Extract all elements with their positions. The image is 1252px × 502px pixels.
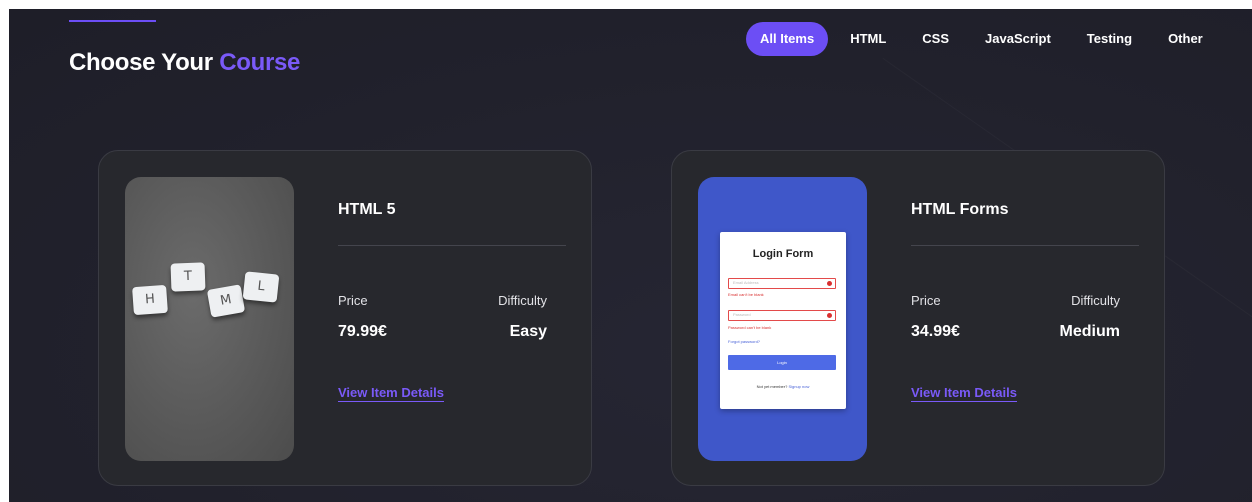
difficulty-label: Difficulty <box>1071 293 1120 308</box>
filter-css[interactable]: CSS <box>908 22 963 56</box>
filter-all-items[interactable]: All Items <box>746 22 829 56</box>
section-title: Choose Your Course <box>69 49 300 77</box>
mockup-forgot-link: Forgot password? <box>728 339 761 344</box>
course-title: HTML 5 <box>338 201 396 218</box>
view-item-details-link[interactable]: View Item Details <box>338 385 444 402</box>
mockup-email-placeholder: Email Address <box>733 280 759 285</box>
filter-other[interactable]: Other <box>1154 22 1217 56</box>
filter-html[interactable]: HTML <box>836 22 900 56</box>
mockup-email-error: Email can't be blank <box>728 292 764 297</box>
difficulty-label: Difficulty <box>498 293 547 308</box>
mockup-footer: Not yet member? Signup now <box>720 384 846 389</box>
mockup-password-placeholder: Password <box>733 312 751 317</box>
price-value: 79.99€ <box>338 323 387 340</box>
login-form-title: Login Form <box>752 248 814 260</box>
mockup-login-button: Login <box>728 355 836 370</box>
filter-testing[interactable]: Testing <box>1073 22 1146 56</box>
course-image-html-forms: Login Form Email Address Email can't be … <box>698 177 867 461</box>
title-accent-bar <box>69 20 156 22</box>
course-image-html5: H T M L <box>125 177 294 461</box>
mockup-password-field: Password <box>728 310 836 321</box>
letter-tile-h: H <box>132 284 168 316</box>
letter-tile-m: M <box>206 284 246 318</box>
error-icon <box>827 313 832 318</box>
mockup-email-field: Email Address <box>728 278 836 289</box>
difficulty-value: Easy <box>509 323 547 340</box>
section-title-main: Choose Your <box>69 49 213 76</box>
error-icon <box>827 281 832 286</box>
card-divider <box>911 245 1139 246</box>
difficulty-value: Medium <box>1059 323 1120 340</box>
mockup-password-error: Password can't be blank <box>728 325 772 330</box>
letter-tile-t: T <box>170 262 206 292</box>
price-value: 34.99€ <box>911 323 960 340</box>
letter-tile-l: L <box>242 271 280 303</box>
price-label: Price <box>338 293 368 308</box>
course-title: HTML Forms <box>911 201 1009 218</box>
view-item-details-link[interactable]: View Item Details <box>911 385 1017 402</box>
price-label: Price <box>911 293 941 308</box>
course-card-html-forms: Login Form Email Address Email can't be … <box>671 150 1165 486</box>
category-filters: All Items HTML CSS JavaScript Testing Ot… <box>746 22 1225 56</box>
mockup-footer-text: Not yet member? <box>756 384 788 389</box>
mockup-signup-link: Signup now <box>788 384 810 389</box>
course-card-html5: H T M L HTML 5 Price Difficulty 79.99€ E… <box>98 150 592 486</box>
card-divider <box>338 245 566 246</box>
section-title-accent: Course <box>219 49 301 76</box>
course-section: Choose Your Course All Items HTML CSS Ja… <box>9 9 1252 502</box>
filter-javascript[interactable]: JavaScript <box>971 22 1065 56</box>
login-form-mockup: Login Form Email Address Email can't be … <box>720 232 846 409</box>
